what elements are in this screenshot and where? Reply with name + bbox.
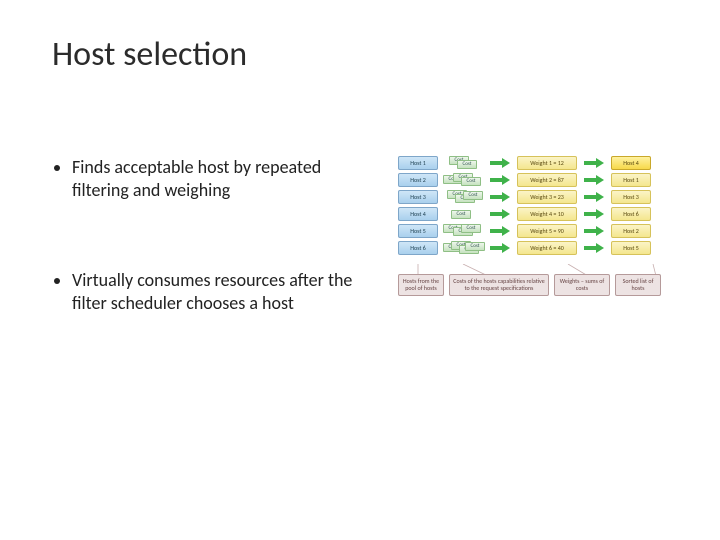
hosts-column: Host 1 Host 2 Host 3 Host 4 Host 5 Host … bbox=[398, 156, 438, 255]
weights-column: Weight 1 = 12 Weight 2 = 87 Weight 3 = 2… bbox=[517, 156, 577, 255]
bullet-item: Virtually consumes resources after the f… bbox=[72, 269, 368, 314]
arrows-column bbox=[582, 156, 606, 255]
arrow-right-icon bbox=[488, 190, 512, 204]
host-box: Host 1 bbox=[398, 156, 438, 170]
cost-tile: Cost bbox=[465, 242, 485, 251]
sorted-column: Host 4 Host 1 Host 3 Host 6 Host 2 Host … bbox=[611, 156, 651, 255]
cost-pile: Cost Cost Cost bbox=[443, 224, 483, 238]
arrow-right-icon bbox=[488, 241, 512, 255]
caption-costs: Costs of the hosts capabilities relative… bbox=[449, 274, 549, 296]
host-box: Host 4 bbox=[398, 207, 438, 221]
weight-box: Weight 6 = 40 bbox=[517, 241, 577, 255]
arrow-right-icon bbox=[488, 207, 512, 221]
weight-box: Weight 1 = 12 bbox=[517, 156, 577, 170]
bullet-list: Finds acceptable host by repeated filter… bbox=[58, 156, 368, 382]
arrow-right-icon bbox=[582, 241, 606, 255]
costs-column: Cost Cost Cost Cost Cost Cost Cost Cost … bbox=[443, 156, 483, 255]
caption-hosts: Hosts from the pool of hosts bbox=[398, 274, 444, 296]
sorted-host-box: Host 1 bbox=[611, 173, 651, 187]
cost-tile: Cost bbox=[451, 210, 471, 219]
bullet-item: Finds acceptable host by repeated filter… bbox=[72, 156, 368, 201]
caption-weights: Weights – sums of costs bbox=[554, 274, 610, 296]
cost-tile: Cost bbox=[461, 224, 481, 233]
sorted-host-box: Host 6 bbox=[611, 207, 651, 221]
arrow-right-icon bbox=[488, 224, 512, 238]
slide: Host selection Finds acceptable host by … bbox=[0, 0, 720, 540]
arrow-right-icon bbox=[582, 190, 606, 204]
cost-tile: Cost bbox=[463, 191, 483, 200]
host-box: Host 6 bbox=[398, 241, 438, 255]
host-box: Host 2 bbox=[398, 173, 438, 187]
host-box: Host 3 bbox=[398, 190, 438, 204]
caption-row: Hosts from the pool of hosts Costs of th… bbox=[398, 274, 688, 296]
host-box: Host 5 bbox=[398, 224, 438, 238]
cost-tile: Cost bbox=[461, 177, 481, 186]
sorted-host-box: Host 3 bbox=[611, 190, 651, 204]
cost-pile: Cost Cost bbox=[443, 156, 483, 170]
arrow-right-icon bbox=[582, 224, 606, 238]
arrow-right-icon bbox=[582, 173, 606, 187]
weight-box: Weight 4 = 10 bbox=[517, 207, 577, 221]
arrow-right-icon bbox=[582, 207, 606, 221]
sorted-host-box: Host 4 bbox=[611, 156, 651, 170]
caption-sorted: Sorted list of hosts bbox=[615, 274, 661, 296]
weight-box: Weight 2 = 87 bbox=[517, 173, 577, 187]
slide-title: Host selection bbox=[52, 34, 247, 75]
cost-tile: Cost bbox=[457, 160, 477, 169]
weight-box: Weight 3 = 23 bbox=[517, 190, 577, 204]
sorted-host-box: Host 5 bbox=[611, 241, 651, 255]
arrow-right-icon bbox=[582, 156, 606, 170]
arrow-right-icon bbox=[488, 173, 512, 187]
cost-pile: Cost Cost Cost Cost bbox=[443, 241, 483, 255]
sorted-host-box: Host 2 bbox=[611, 224, 651, 238]
cost-pile: Cost Cost Cost bbox=[443, 173, 483, 187]
cost-pile: Cost Cost Cost bbox=[443, 190, 483, 204]
host-selection-diagram: Host 1 Host 2 Host 3 Host 4 Host 5 Host … bbox=[398, 156, 688, 255]
cost-pile: Cost bbox=[443, 207, 483, 221]
weight-box: Weight 5 = 90 bbox=[517, 224, 577, 238]
arrows-column bbox=[488, 156, 512, 255]
arrow-right-icon bbox=[488, 156, 512, 170]
